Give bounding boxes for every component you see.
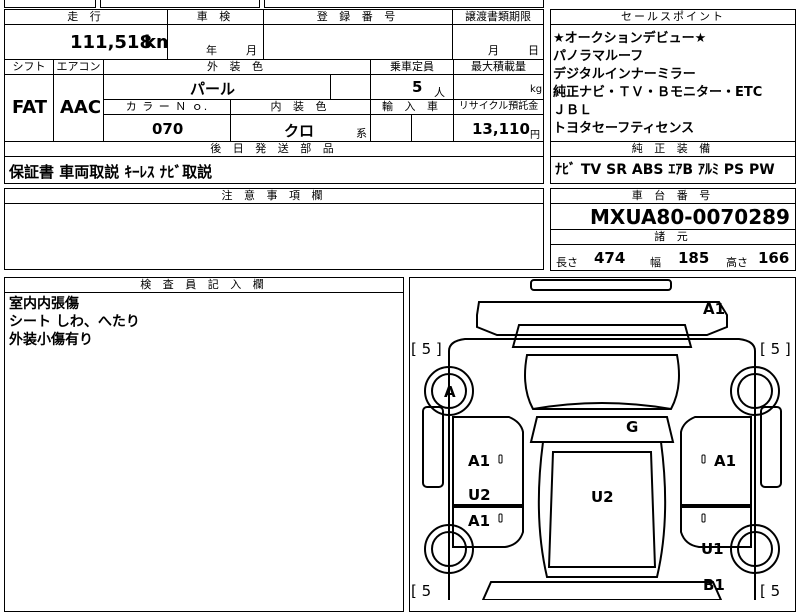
length-label: 長さ xyxy=(556,256,578,269)
transfer-deadline-header: 譲渡書類期限 xyxy=(452,9,544,25)
color-no-header: カ ラ ー Ｎ ｏ. xyxy=(103,99,231,115)
height-label: 高さ xyxy=(726,256,748,269)
height-value: 166 xyxy=(758,249,790,267)
interior-color-suffix: 系 xyxy=(356,127,367,140)
tire-tread-right-rear: [ 5 xyxy=(760,582,781,600)
notes-header: 注 意 事 項 欄 xyxy=(4,188,544,204)
registration-header: 登 録 番 号 xyxy=(263,9,453,25)
import-cell-a xyxy=(370,114,412,142)
shift-header: シフト xyxy=(4,59,54,75)
import-header: 輸 入 車 xyxy=(370,99,454,115)
sales-point-line: トヨタセーフティセンス xyxy=(553,121,695,136)
after-parts-value: 保証書 車両取説 ｷｰﾚｽ ﾅﾋﾞ取説 xyxy=(9,163,213,181)
width-value: 185 xyxy=(678,249,710,267)
inspector-line: 室内内張傷 xyxy=(9,296,79,312)
damage-mark-left-front-door: A1 xyxy=(468,452,491,470)
exterior-color-value: パール xyxy=(190,80,236,98)
damage-mark-left-front-wheel: A xyxy=(444,383,456,401)
tire-tread-left-front: [ 5 ] xyxy=(411,340,442,358)
aircon-value: AAC xyxy=(60,97,102,118)
registration-cell xyxy=(263,24,453,60)
mileage-header: 走 行 xyxy=(4,9,168,25)
damage-mark-right-rear-wheel: U1 xyxy=(701,540,724,558)
sales-point-line: デジタルインナーミラー xyxy=(553,67,696,82)
tire-tread-right-front: [ 5 ] xyxy=(760,340,791,358)
top-strip-right xyxy=(264,0,544,8)
aircon-header: エアコン xyxy=(53,59,104,75)
damage-mark-rear-bumper: B1 xyxy=(703,576,725,594)
shift-value: FAT xyxy=(12,97,48,118)
interior-color-value: クロ xyxy=(284,122,315,140)
sales-point-line: ★オークションデビュー★ xyxy=(553,31,707,46)
top-strip-left xyxy=(4,0,96,8)
chassis-header: 車 台 番 号 xyxy=(550,188,796,204)
width-label: 幅 xyxy=(650,256,661,269)
notes-cell xyxy=(4,203,544,270)
max-load-unit: kg xyxy=(530,84,543,95)
inspector-header: 検 査 員 記 入 欄 xyxy=(4,277,404,293)
car-diagram xyxy=(422,279,782,600)
damage-mark-roof: G xyxy=(626,418,639,436)
mileage-value: 111,518 xyxy=(70,32,152,53)
damage-mark-right-front-door: A1 xyxy=(714,452,737,470)
max-load-header: 最大積載量 xyxy=(453,59,544,75)
color-no-value: 070 xyxy=(152,120,184,138)
equipment-header: 純 正 装 備 xyxy=(550,141,796,157)
recycle-unit: 円 xyxy=(530,130,540,141)
damage-mark-rear-glass: U2 xyxy=(591,488,614,506)
damage-mark-left-rear-door-a: A1 xyxy=(468,512,491,530)
exterior-color-subcell xyxy=(330,74,371,100)
sales-point-header: セールスポイント xyxy=(550,9,796,25)
sales-point-line: ＪＢＬ xyxy=(553,103,593,118)
tire-tread-left-rear: [ 5 xyxy=(411,582,432,600)
shaken-month-unit: 月 xyxy=(246,44,257,57)
inspector-line: 外装小傷有り xyxy=(9,332,93,348)
damage-mark-front-bumper: A1 xyxy=(703,300,726,318)
recycle-header: リサイクル預託金 xyxy=(453,99,544,115)
damage-mark-left-rear-door-u: U2 xyxy=(468,486,491,504)
equipment-value: ﾅﾋﾞ TV SR ABS ｴｱB ｱﾙﾐ PS PW xyxy=(555,162,775,178)
capacity-header: 乗車定員 xyxy=(370,59,454,75)
chassis-value: MXUA80-0070289 xyxy=(590,205,790,229)
exterior-color-header: 外 装 色 xyxy=(103,59,371,75)
top-strip-mid xyxy=(100,0,260,8)
sales-point-line: 純正ナビ・ＴＶ・Ｂモニター・ETC xyxy=(553,85,763,100)
sales-point-line: パノラマルーフ xyxy=(553,49,644,64)
inspector-line: シート しわ、へたり xyxy=(9,314,140,330)
interior-color-header: 内 装 色 xyxy=(230,99,371,115)
capacity-value: 5 xyxy=(412,78,423,96)
shaken-header: 車 検 xyxy=(167,9,264,25)
transfer-month-unit: 月 xyxy=(488,44,499,57)
after-parts-header: 後 日 発 送 部 品 xyxy=(4,141,544,157)
capacity-unit: 人 xyxy=(434,86,445,99)
recycle-value: 13,110 xyxy=(472,120,530,138)
import-cell-b xyxy=(411,114,454,142)
specs-header: 諸 元 xyxy=(550,229,796,245)
length-value: 474 xyxy=(594,249,626,267)
shaken-year-unit: 年 xyxy=(206,44,217,57)
transfer-day-unit: 日 xyxy=(528,44,539,57)
